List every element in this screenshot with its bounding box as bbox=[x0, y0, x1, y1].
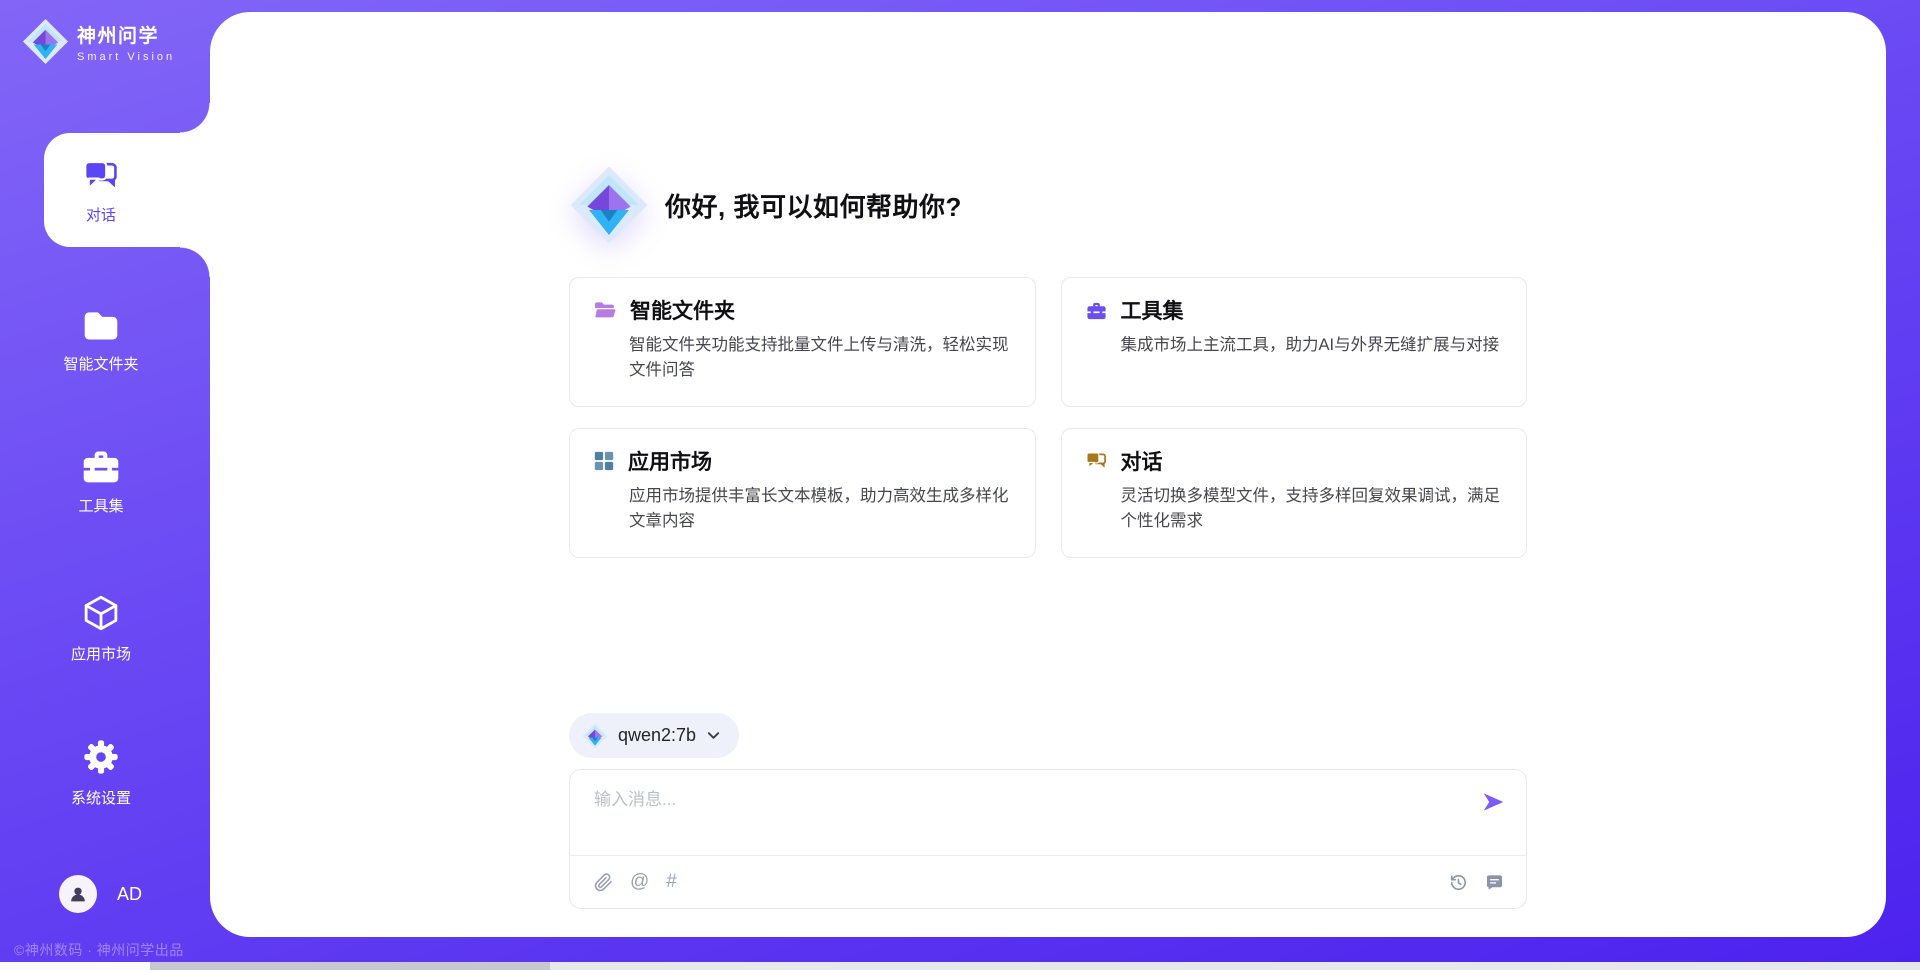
person-icon bbox=[67, 883, 89, 905]
send-icon bbox=[1480, 789, 1506, 815]
card-description: 集成市场上主流工具，助力AI与外界无缝扩展与对接 bbox=[1121, 333, 1504, 358]
avatar bbox=[59, 875, 97, 913]
cube-icon bbox=[80, 592, 122, 634]
brand-diamond-icon bbox=[22, 18, 69, 65]
main-panel: 你好, 我可以如何帮助你? 智能文件夹 智能文件夹功能支持批量文件上传与清洗，轻… bbox=[210, 12, 1886, 937]
app-window: 神州问学 Smart Vision 对话 智能文件夹 bbox=[0, 0, 1920, 970]
card-description: 智能文件夹功能支持批量文件上传与清洗，轻松实现文件问答 bbox=[629, 333, 1012, 383]
sidebar-item-chat[interactable]: 对话 bbox=[44, 133, 210, 247]
hero-diamond-icon bbox=[569, 165, 649, 245]
model-selector[interactable]: qwen2:7b bbox=[569, 713, 739, 758]
card-title: 应用市场 bbox=[628, 446, 712, 476]
tab-fillet-top bbox=[180, 103, 210, 133]
chevron-down-icon bbox=[706, 728, 721, 743]
feature-cards: 智能文件夹 智能文件夹功能支持批量文件上传与清洗，轻松实现文件问答 bbox=[569, 277, 1527, 558]
scrollbar-corner bbox=[0, 962, 150, 970]
sidebar-item-smart-folder[interactable]: 智能文件夹 bbox=[0, 306, 202, 374]
history-icon bbox=[1449, 873, 1468, 892]
paperclip-icon bbox=[594, 873, 613, 892]
user-initials: AD bbox=[117, 884, 142, 905]
card-title: 智能文件夹 bbox=[630, 295, 735, 325]
scrollbar-thumb[interactable] bbox=[150, 962, 550, 970]
sidebar-item-label: 工具集 bbox=[0, 495, 202, 516]
card-description: 应用市场提供丰富长文本模板，助力高效生成多样化文章内容 bbox=[629, 484, 1012, 534]
history-button[interactable] bbox=[1449, 873, 1468, 892]
sidebar-item-toolset[interactable]: 工具集 bbox=[0, 446, 202, 516]
tab-fillet-bottom bbox=[180, 247, 210, 277]
app-logo: 神州问学 Smart Vision bbox=[22, 18, 175, 65]
briefcase-icon bbox=[79, 446, 123, 486]
toolbox-icon bbox=[1085, 300, 1108, 321]
sidebar-item-settings[interactable]: 系统设置 bbox=[0, 736, 202, 808]
gear-icon bbox=[80, 736, 122, 778]
brand-name: 神州问学 bbox=[77, 21, 175, 48]
chat-bubble-icon bbox=[1085, 451, 1108, 472]
brand-subtitle: Smart Vision bbox=[77, 51, 175, 63]
sidebar-item-label: 应用市场 bbox=[0, 643, 202, 664]
hashtag-button[interactable]: # bbox=[666, 871, 677, 893]
mention-button[interactable]: @ bbox=[630, 871, 649, 893]
horizontal-scrollbar bbox=[0, 962, 1920, 970]
send-button[interactable] bbox=[1480, 789, 1506, 820]
folder-open-icon bbox=[593, 300, 617, 320]
card-title: 工具集 bbox=[1121, 295, 1184, 325]
grid-icon bbox=[593, 450, 615, 472]
sidebar-item-app-market[interactable]: 应用市场 bbox=[0, 592, 202, 664]
card-smart-folder[interactable]: 智能文件夹 智能文件夹功能支持批量文件上传与清洗，轻松实现文件问答 bbox=[569, 277, 1036, 407]
copyright-footer: ©神州数码 · 神州问学出品 bbox=[14, 940, 184, 960]
message-input[interactable] bbox=[594, 785, 1480, 847]
sidebar: 神州问学 Smart Vision 对话 智能文件夹 bbox=[0, 0, 210, 970]
card-description: 灵活切换多模型文件，支持多样回复效果调试，满足个性化需求 bbox=[1121, 484, 1504, 534]
message-composer: @ # bbox=[569, 769, 1527, 909]
attach-button[interactable] bbox=[594, 873, 613, 892]
card-chat[interactable]: 对话 灵活切换多模型文件，支持多样回复效果调试，满足个性化需求 bbox=[1061, 428, 1528, 558]
model-name: qwen2:7b bbox=[618, 725, 696, 746]
user-profile[interactable]: AD bbox=[59, 875, 142, 913]
comment-icon bbox=[1485, 873, 1504, 892]
card-toolset[interactable]: 工具集 集成市场上主流工具，助力AI与外界无缝扩展与对接 bbox=[1061, 277, 1528, 407]
sidebar-item-label: 对话 bbox=[86, 204, 116, 225]
sidebar-item-label: 智能文件夹 bbox=[0, 353, 202, 374]
feedback-button[interactable] bbox=[1485, 873, 1504, 892]
greeting-block: 你好, 我可以如何帮助你? bbox=[569, 165, 1527, 245]
chat-icon bbox=[80, 156, 122, 196]
page-greeting: 你好, 我可以如何帮助你? bbox=[665, 187, 962, 224]
model-diamond-icon bbox=[582, 723, 608, 749]
card-title: 对话 bbox=[1121, 446, 1163, 476]
sidebar-item-label: 系统设置 bbox=[0, 787, 202, 808]
card-app-market[interactable]: 应用市场 应用市场提供丰富长文本模板，助力高效生成多样化文章内容 bbox=[569, 428, 1036, 558]
folder-icon bbox=[79, 306, 123, 344]
